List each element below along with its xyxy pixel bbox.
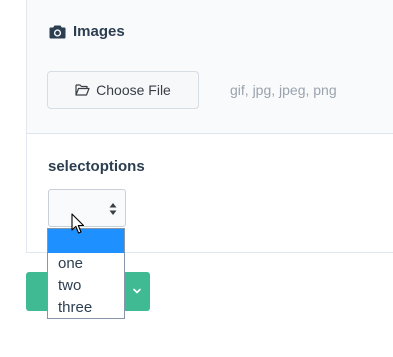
select-options-dropdown: one two three	[47, 228, 125, 319]
selectoptions-select[interactable]	[48, 189, 126, 227]
images-heading: Images	[49, 23, 125, 40]
choose-file-label: Choose File	[96, 82, 171, 98]
chevron-down-icon[interactable]	[132, 286, 142, 296]
accepted-formats-hint: gif, jpg, jpeg, png	[230, 82, 337, 98]
images-panel: Images Choose File gif, jpg, jpeg, png	[26, 0, 393, 134]
select-label: selectoptions	[48, 158, 145, 175]
option-two[interactable]: two	[48, 275, 124, 297]
sort-arrows-icon	[109, 202, 117, 216]
option-empty[interactable]	[48, 229, 124, 253]
option-one[interactable]: one	[48, 253, 124, 275]
folder-open-icon	[75, 84, 90, 96]
images-title: Images	[73, 23, 125, 40]
option-three[interactable]: three	[48, 297, 124, 319]
camera-icon	[49, 24, 66, 39]
choose-file-button[interactable]: Choose File	[47, 71, 199, 109]
